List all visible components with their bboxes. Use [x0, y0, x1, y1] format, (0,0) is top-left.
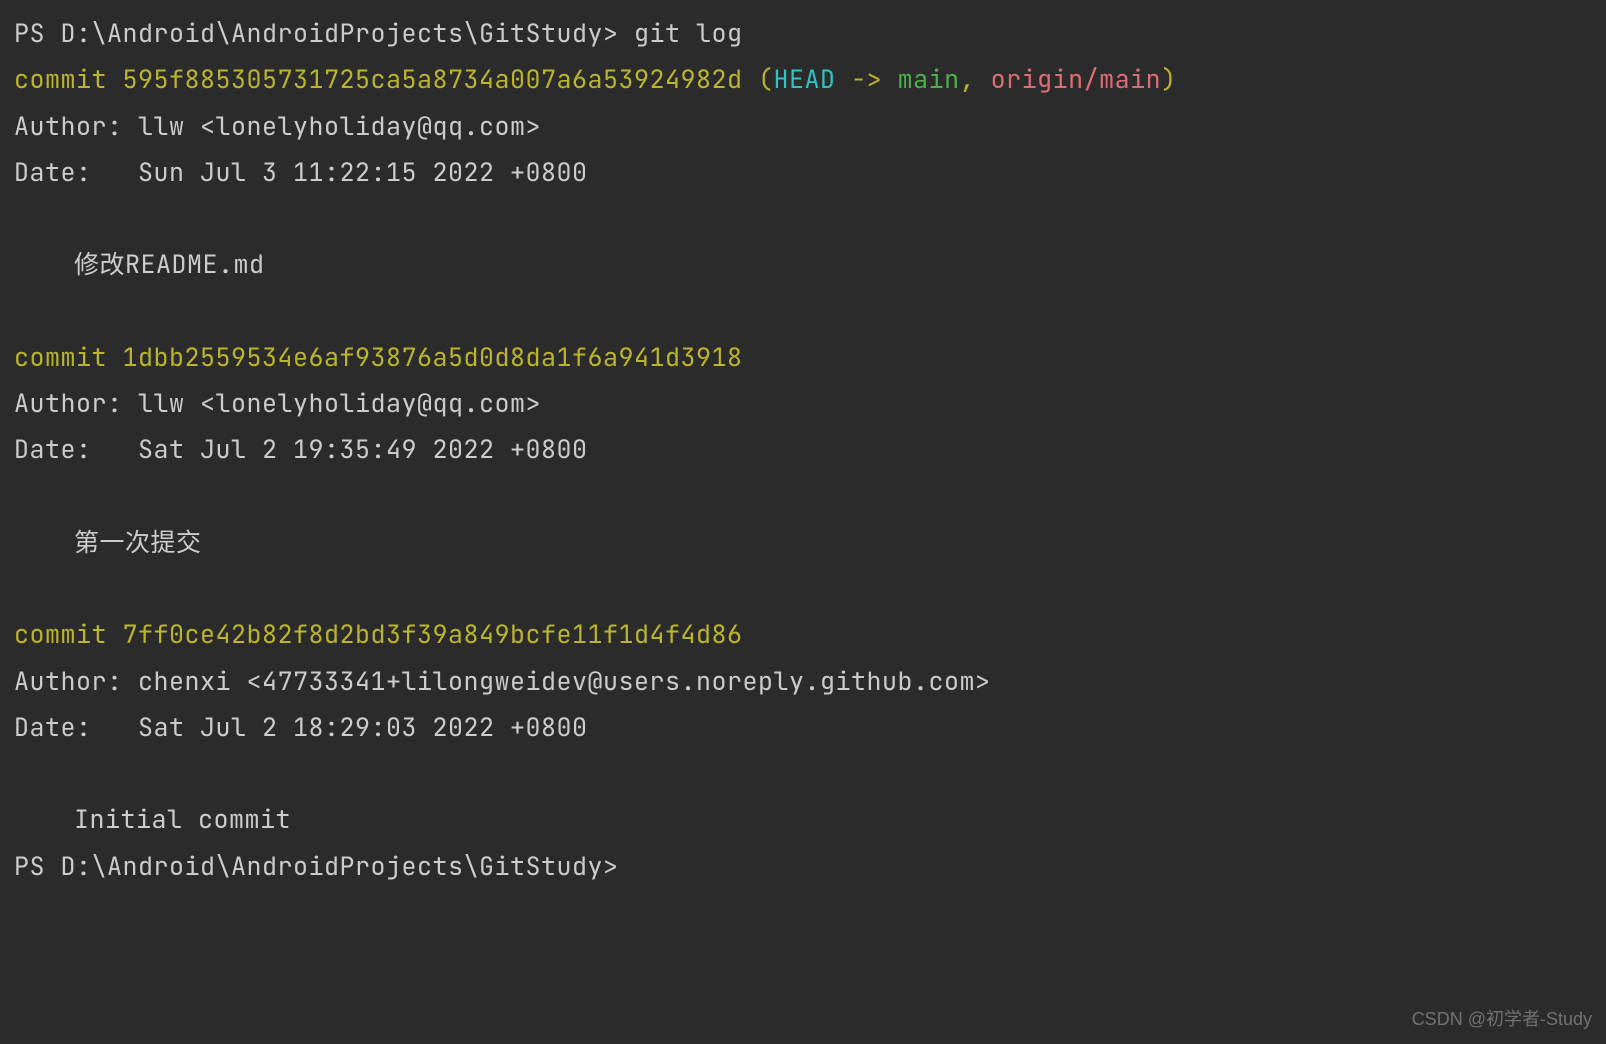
date-line: Date: Sat Jul 2 19:35:49 2022 +0800 — [14, 426, 1592, 472]
commit-prefix: commit — [14, 62, 123, 96]
commit-hash-line: commit 7ff0ce42b82f8d2bd3f39a849bcfe11f1… — [14, 611, 1592, 657]
ps-prompt: PS D:\Android\AndroidProjects\GitStudy> — [14, 849, 619, 883]
blank-line — [14, 195, 1592, 241]
prompt-line-1: PS D:\Android\AndroidProjects\GitStudy> … — [14, 10, 1592, 56]
arrow-icon: -> — [836, 62, 898, 96]
commit-hash-line: commit 595f885305731725ca5a8734a007a6a53… — [14, 56, 1592, 102]
ps-prompt: PS D:\Android\AndroidProjects\GitStudy> — [14, 16, 634, 50]
date-line: Date: Sat Jul 2 18:29:03 2022 +0800 — [14, 704, 1592, 750]
commit-message: 修改README.md — [14, 241, 1592, 287]
refs-open-paren: ( — [743, 62, 774, 96]
blank-line — [14, 473, 1592, 519]
branch-remote: origin/main — [991, 62, 1162, 96]
branch-local: main — [898, 62, 960, 96]
refs-comma: , — [960, 62, 991, 96]
terminal-output[interactable]: PS D:\Android\AndroidProjects\GitStudy> … — [14, 10, 1592, 889]
commit-hash: 1dbb2559534e6af93876a5d0d8da1f6a941d3918 — [123, 340, 743, 374]
prompt-line-2[interactable]: PS D:\Android\AndroidProjects\GitStudy> — [14, 843, 1592, 889]
date-line: Date: Sun Jul 3 11:22:15 2022 +0800 — [14, 149, 1592, 195]
commit-hash: 595f885305731725ca5a8734a007a6a53924982d — [123, 62, 743, 96]
git-command: git log — [634, 16, 743, 50]
head-ref: HEAD — [774, 62, 836, 96]
refs-close-paren: ) — [1161, 62, 1177, 96]
commit-message: Initial commit — [14, 796, 1592, 842]
blank-line — [14, 565, 1592, 611]
blank-line — [14, 288, 1592, 334]
author-line: Author: llw <lonelyholiday@qq.com> — [14, 103, 1592, 149]
blank-line — [14, 750, 1592, 796]
author-line: Author: chenxi <47733341+lilongweidev@us… — [14, 658, 1592, 704]
author-line: Author: llw <lonelyholiday@qq.com> — [14, 380, 1592, 426]
commit-message: 第一次提交 — [14, 519, 1592, 565]
commit-hash: 7ff0ce42b82f8d2bd3f39a849bcfe11f1d4f4d86 — [123, 617, 743, 651]
commit-prefix: commit — [14, 340, 123, 374]
csdn-watermark: CSDN @初学者-Study — [1412, 1003, 1592, 1036]
commit-hash-line: commit 1dbb2559534e6af93876a5d0d8da1f6a9… — [14, 334, 1592, 380]
commit-prefix: commit — [14, 617, 123, 651]
